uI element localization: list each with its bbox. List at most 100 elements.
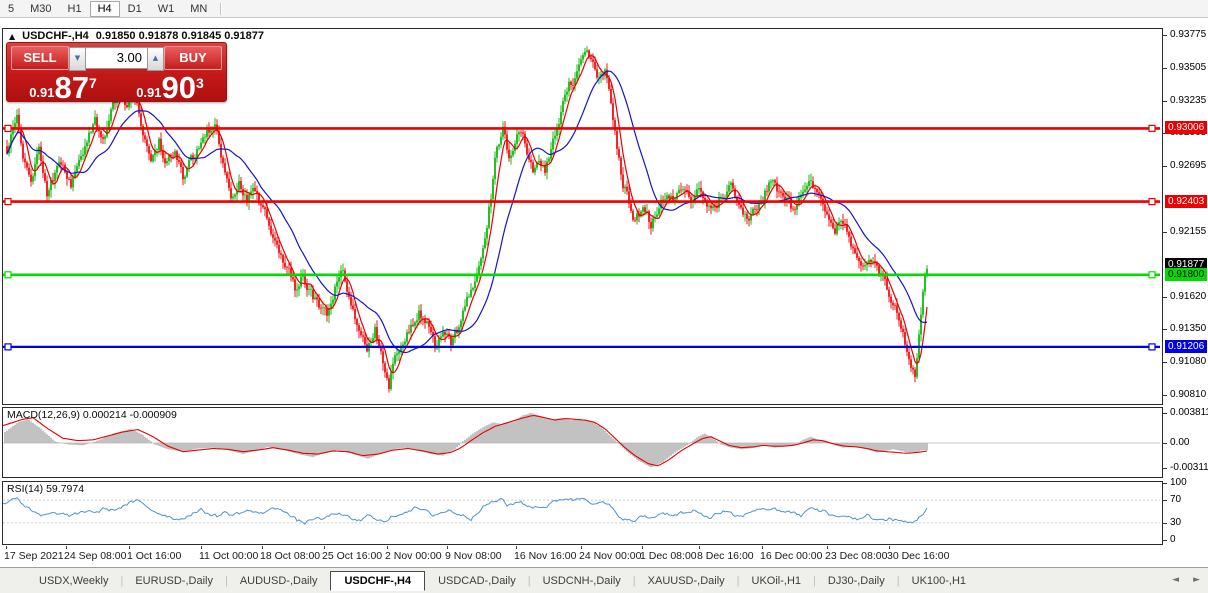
macd-pane: MACD(12,26,9) 0.000214 -0.000909 [2, 407, 1163, 478]
rsi-chart[interactable] [3, 482, 1160, 542]
rsi-tick-label: 30 [1170, 516, 1182, 528]
hline-resistance-upper[interactable] [3, 124, 1160, 133]
chart-tab-dj30-daily[interactable]: DJ30-,Daily [817, 571, 896, 591]
time-tick-label: 1 Oct 16:00 [127, 550, 182, 562]
time-tick [827, 546, 828, 549]
trading-platform-window: 5 M30 H1 H4 D1 W1 MN ▲ USDCHF-,H4 0.91850 0.91… [0, 0, 1208, 593]
time-tick-label: 24 Sep 08:00 [64, 550, 127, 562]
time-tick [66, 546, 67, 549]
hline-price-badge-resistance-lower: 0.92403 [1165, 194, 1208, 208]
time-tick-label: 25 Oct 16:00 [322, 550, 383, 562]
rsi-tick-label: 70 [1170, 494, 1182, 506]
macd-tick [1163, 412, 1167, 414]
chart-symbol-label: USDCHF-,H4 [22, 30, 89, 42]
time-tick-label: 11 Oct 00:00 [199, 550, 259, 562]
macd-tick [1163, 443, 1167, 444]
buy-price-big-digits: 90 [161, 70, 196, 105]
macd-label: MACD(12,26,9) 0.000214 -0.000909 [7, 409, 177, 421]
time-scale[interactable]: 17 Sep 2021 24 Sep 08:00 1 Oct 16:00 11 Oct… [2, 546, 1163, 567]
time-tick-label: 16 Nov 16:00 [514, 550, 577, 562]
sell-button[interactable]: SELL [11, 46, 69, 70]
tab-separator: | [120, 574, 124, 587]
macd-tick [1163, 467, 1167, 469]
tab-scroll-right-icon[interactable]: ► [1193, 575, 1200, 585]
tab-scroll-left-icon[interactable]: ◄ [1172, 575, 1179, 585]
sell-price-pip-digit: 7 [89, 75, 97, 91]
time-tick-label: 9 Nov 08:00 [445, 550, 502, 562]
volume-decrease-icon[interactable]: ▼ [69, 47, 86, 71]
tab-separator: | [632, 574, 636, 587]
collapse-trade-panel-icon[interactable]: ▲ [9, 32, 15, 41]
time-tick-label: 17 Sep 2021 [4, 550, 64, 562]
hline-price-badge-resistance-upper: 0.93006 [1165, 121, 1208, 135]
volume-field[interactable]: 3.00 [86, 47, 147, 69]
tab-separator: | [224, 574, 228, 587]
time-tick-label: 18 Oct 08:00 [260, 550, 321, 562]
time-tick-label: 23 Dec 08:00 [825, 550, 888, 562]
price-tick [1163, 362, 1167, 364]
price-tick [1163, 329, 1167, 331]
time-tick [201, 546, 202, 549]
chart-tab-eurusd-daily[interactable]: EURUSD-,Daily [124, 571, 224, 591]
chart-ohlc-values: 0.91850 0.91878 0.91845 0.91877 [95, 30, 264, 42]
chart-tab-usdcad-daily[interactable]: USDCAD-,Daily [427, 571, 527, 591]
macd-tick-label: 0.00 [1170, 437, 1190, 448]
price-tick [1163, 67, 1167, 69]
time-tick [262, 546, 263, 549]
time-tick [447, 546, 448, 549]
time-tick [6, 546, 7, 549]
tab-separator: | [896, 574, 900, 587]
price-tick-label: 0.91620 [1170, 290, 1207, 302]
timeframe-button-w1[interactable]: W1 [150, 1, 183, 17]
time-tick-label: 1 Dec 08:00 [640, 550, 697, 562]
timeframe-button-5[interactable]: 5 [0, 1, 22, 17]
tab-nav: ◄ ► [1158, 575, 1200, 585]
price-tick [1163, 395, 1167, 396]
price-tick-label: 0.91350 [1170, 323, 1207, 335]
hline-resistance-lower[interactable] [3, 198, 1160, 206]
time-tick [762, 546, 763, 549]
timeframe-button-mn[interactable]: MN [182, 1, 215, 17]
macd-histogram [4, 413, 928, 468]
chart-tab-usdx-weekly[interactable]: USDX,Weekly [28, 571, 119, 591]
time-tick [642, 546, 643, 549]
price-scale[interactable]: 0.937750.935050.932350.929650.926950.921… [1163, 20, 1208, 567]
price-tick [1163, 35, 1167, 36]
buy-button[interactable]: BUY [164, 46, 222, 70]
timeframe-button-m30[interactable]: M30 [22, 1, 59, 17]
timeframe-button-d1[interactable]: D1 [120, 1, 150, 17]
hline-support-green[interactable] [3, 271, 1160, 279]
hline-support-blue[interactable] [3, 343, 1160, 351]
chart-tab-uk100-h1[interactable]: UK100-,H1 [901, 571, 977, 591]
chart-tab-usdchf-h4[interactable]: USDCHF-,H4 [330, 570, 426, 591]
rsi-tick [1163, 500, 1167, 502]
chart-tab-usdcnh-daily[interactable]: USDCNH-,Daily [532, 571, 632, 591]
price-tick [1163, 100, 1167, 102]
chart-tab-audusd-daily[interactable]: AUDUSD-,Daily [229, 571, 329, 591]
time-tick [324, 546, 325, 549]
time-tick-label: 24 Nov 00:00 [579, 550, 642, 562]
rsi-pane: RSI(14) 59.7974 [2, 481, 1163, 545]
time-tick [699, 546, 700, 549]
volume-increase-icon[interactable]: ▲ [147, 47, 164, 71]
sell-price[interactable]: 0.91 87 7 [11, 71, 115, 103]
macd-tick-label: -0.003115 [1170, 461, 1208, 473]
rsi-tick [1163, 540, 1167, 541]
volume-stepper: ▼ 3.00 ▲ [69, 47, 164, 71]
price-tick [1163, 231, 1167, 233]
tab-separator: | [527, 574, 531, 587]
rsi-tick-label: 100 [1170, 477, 1187, 488]
sell-price-big-digits: 87 [54, 70, 89, 105]
rsi-tick [1163, 522, 1167, 524]
price-tick-label: 0.93775 [1170, 29, 1207, 40]
timeframe-button-h1[interactable]: H1 [60, 1, 90, 17]
tab-separator: | [736, 574, 740, 587]
chart-tab-ukoil-h1[interactable]: UKOil-,H1 [741, 571, 813, 591]
main-chart-pane: ▲ USDCHF-,H4 0.91850 0.91878 0.91845 0.9… [2, 28, 1163, 405]
one-click-trade-panel: SELL ▼ 3.00 ▲ BUY 0.91 87 7 0.91 90 3 [6, 42, 227, 103]
chart-tab-xauusd-daily[interactable]: XAUUSD-,Daily [637, 571, 736, 591]
timeframe-button-h4[interactable]: H4 [89, 0, 120, 17]
rsi-tick-label: 0 [1170, 534, 1176, 545]
buy-price[interactable]: 0.91 90 3 [118, 71, 222, 103]
time-tick-label: 8 Dec 16:00 [697, 550, 754, 562]
